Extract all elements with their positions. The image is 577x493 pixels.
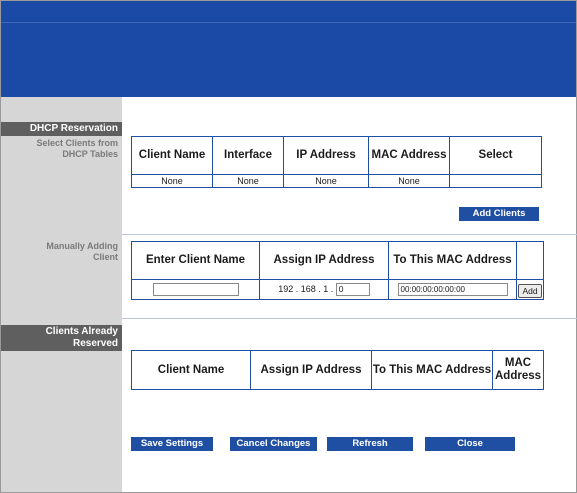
col-assign-ip: Assign IP Address (250, 350, 372, 390)
client-name-input[interactable] (152, 282, 239, 296)
section-divider (122, 318, 577, 319)
col-mac: To This MAC Address (371, 350, 493, 390)
refresh-button[interactable]: Refresh (327, 437, 413, 451)
dhcp-clients-table: Client Name Interface IP Address MAC Add… (131, 136, 542, 188)
col-assign-ip: Assign IP Address (259, 241, 389, 280)
reserved-clients-table: Client Name Assign IP Address To This MA… (131, 350, 544, 390)
col-client-name: Client Name (131, 136, 213, 175)
close-button[interactable]: Close (425, 437, 515, 451)
col-mac: To This MAC Address (388, 241, 517, 280)
mac-cell: 00:00:00:00:00:00 (388, 279, 517, 300)
cell-interface: None (212, 174, 284, 188)
save-settings-button[interactable]: Save Settings (131, 437, 213, 451)
banner-divider (1, 22, 576, 23)
ip-cell: 192 . 168 . 1 . 0 (259, 279, 389, 300)
ip-octet-input[interactable]: 0 (335, 283, 370, 296)
col-mac-address: MAC Address (492, 350, 544, 390)
cell-ip-address: None (283, 174, 369, 188)
col-select: Select (449, 136, 542, 175)
mac-address-input[interactable]: 00:00:00:00:00:00 (397, 282, 508, 296)
dhcp-reservation-header: DHCP Reservation (1, 122, 122, 136)
clients-reserved-header: Clients Already Reserved (1, 325, 122, 351)
cell-select[interactable] (449, 174, 542, 188)
col-mac-address: MAC Address (368, 136, 450, 175)
manual-adding-label: Manually Adding Client (46, 241, 118, 262)
cell-mac-address: None (368, 174, 450, 188)
cancel-changes-button[interactable]: Cancel Changes (230, 437, 317, 451)
ip-prefix: 192 . 168 . 1 . (278, 283, 334, 294)
select-clients-label: Select Clients from DHCP Tables (36, 138, 118, 159)
header-banner (1, 1, 576, 97)
cell-client-name: None (131, 174, 213, 188)
col-add (516, 241, 544, 280)
client-name-cell (131, 279, 260, 300)
col-enter-client-name: Enter Client Name (131, 241, 260, 280)
col-client-name: Client Name (131, 350, 251, 390)
add-cell: Add (516, 279, 544, 300)
add-clients-button[interactable]: Add Clients (459, 207, 539, 221)
col-interface: Interface (212, 136, 284, 175)
manual-add-table: Enter Client Name Assign IP Address To T… (131, 241, 544, 300)
table-row: None None None None (131, 174, 542, 188)
col-ip-address: IP Address (283, 136, 369, 175)
section-divider (122, 234, 577, 235)
table-row: 192 . 168 . 1 . 0 00:00:00:00:00:00 Add (131, 279, 544, 300)
add-button[interactable]: Add (518, 283, 542, 298)
